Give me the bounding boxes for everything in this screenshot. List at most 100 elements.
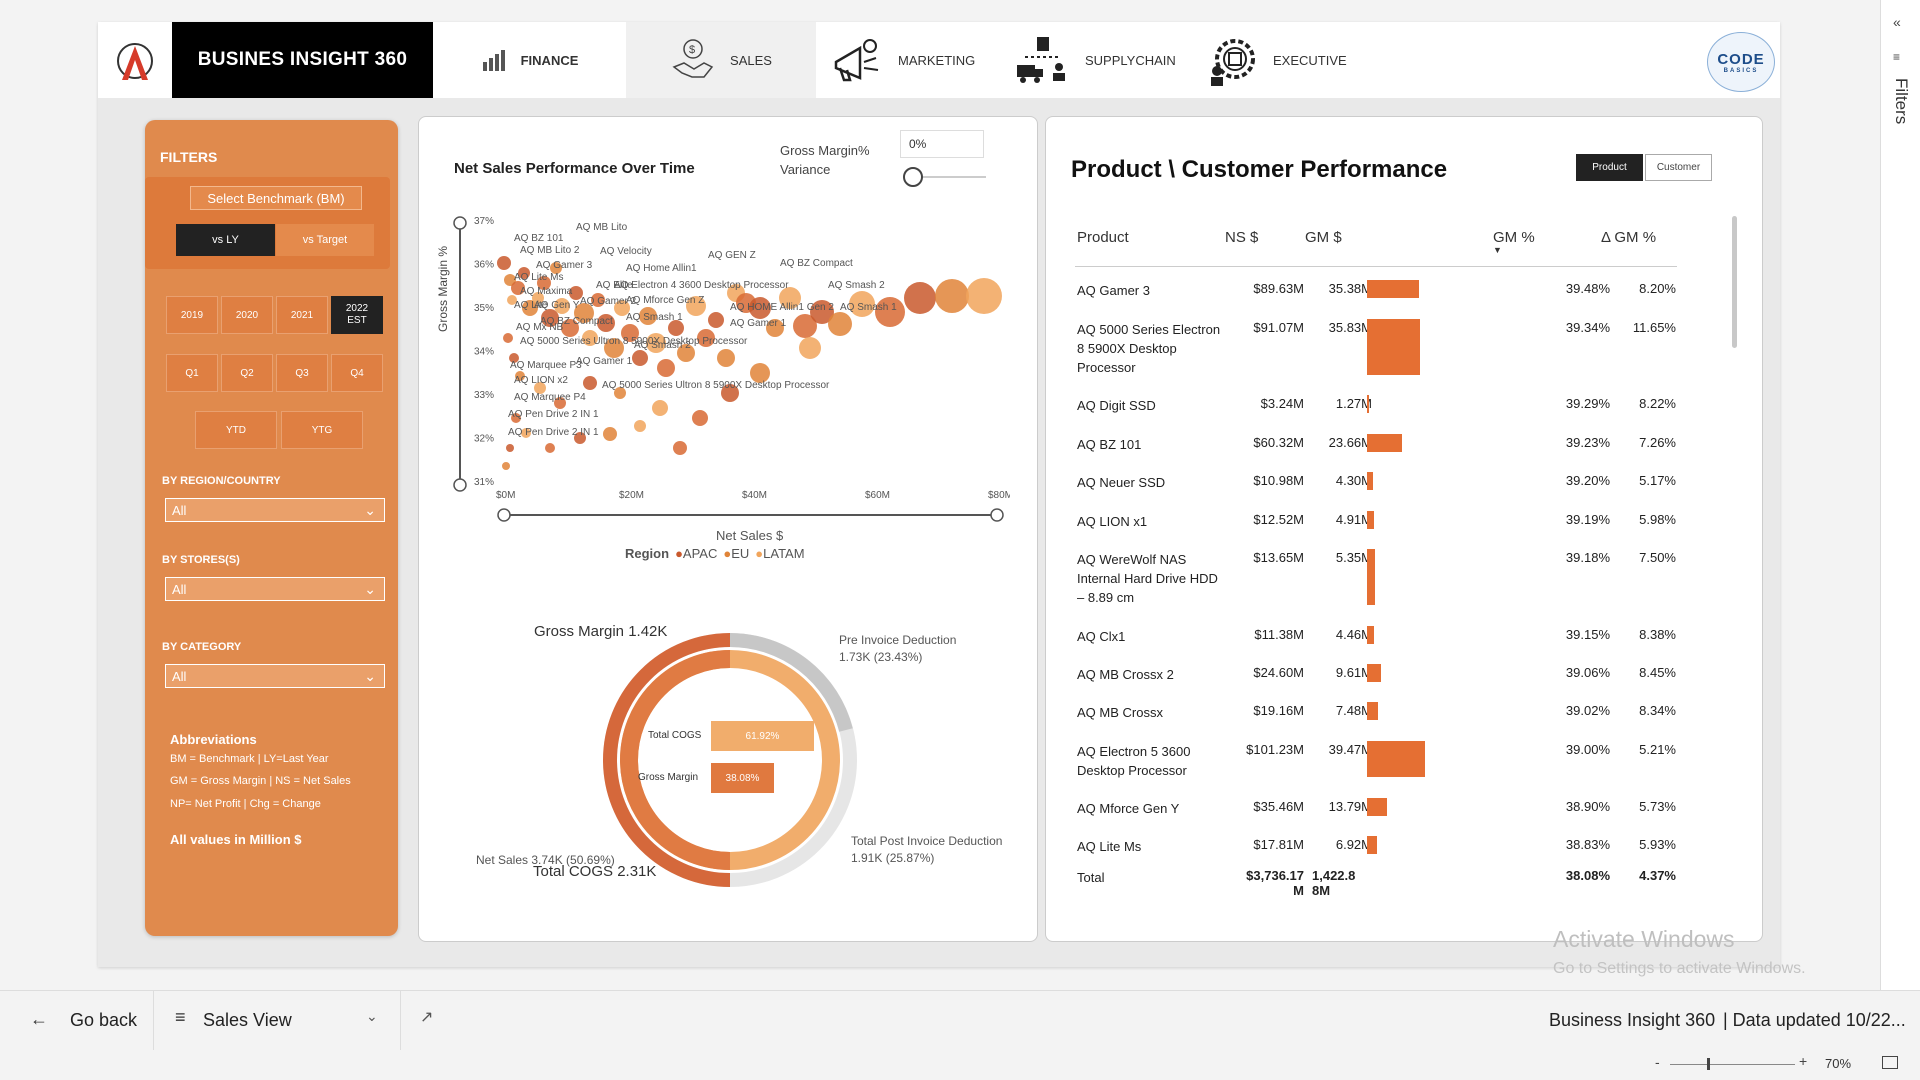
scatter-point-label: AQ Gen Y bbox=[534, 300, 580, 311]
nav-marketing-label: MARKETING bbox=[898, 52, 976, 68]
year-2022-est-button[interactable]: 2022 EST bbox=[331, 296, 383, 334]
page-list-icon[interactable]: ≡ bbox=[175, 1007, 186, 1028]
nav-executive[interactable]: EXECUTIVE bbox=[1205, 22, 1385, 98]
cell-gm: 6.92M bbox=[1335, 837, 1372, 852]
scatter-point-label: AQ Pen Drive 2 IN 1 bbox=[508, 409, 599, 420]
year-2019-button[interactable]: 2019 bbox=[166, 296, 218, 334]
column-header-product[interactable]: Product bbox=[1077, 229, 1129, 246]
nav-sales[interactable]: $ SALES bbox=[626, 22, 816, 98]
cell-delta-gm: 7.26% bbox=[1639, 435, 1676, 450]
cell-gm: 35.38M bbox=[1328, 281, 1372, 296]
company-logo bbox=[98, 22, 173, 98]
nav-supplychain[interactable]: SUPPLYCHAIN bbox=[1015, 22, 1195, 98]
scatter-bubble bbox=[692, 410, 708, 426]
scatter-bubble bbox=[673, 441, 687, 455]
scatter-bubble bbox=[799, 337, 821, 359]
scatter-point-label: AQ Gamer 1 bbox=[730, 318, 787, 329]
cell-gm-databar bbox=[1367, 319, 1420, 375]
cell-ns: $35.46M bbox=[1253, 799, 1304, 814]
year-2022-est-line-2: EST bbox=[347, 315, 367, 326]
inner-bar-cogs: 61.92% bbox=[711, 721, 814, 751]
atliq-logo-icon bbox=[117, 43, 153, 80]
nav-marketing[interactable]: MARKETING bbox=[830, 22, 1010, 98]
quarter-q4-button[interactable]: Q4 bbox=[331, 354, 383, 392]
zoom-slider-handle[interactable] bbox=[1707, 1058, 1710, 1070]
filters-pane-collapsed[interactable]: « ≡ Filters bbox=[1880, 0, 1920, 990]
cell-gm-percent: 39.00% bbox=[1565, 742, 1610, 757]
performance-table-title: Product \ Customer Performance bbox=[1071, 156, 1448, 183]
toggle-product-button[interactable]: Product bbox=[1576, 154, 1643, 181]
executive-gear-icon bbox=[1211, 39, 1255, 86]
scatter-bubble bbox=[828, 312, 852, 336]
stores-dropdown[interactable]: All ⌄ bbox=[165, 577, 385, 601]
toggle-customer-button[interactable]: Customer bbox=[1645, 154, 1712, 181]
zoom-out-icon[interactable]: - bbox=[1655, 1054, 1660, 1070]
cell-gm-databar bbox=[1367, 511, 1374, 529]
fit-to-page-icon[interactable] bbox=[1882, 1056, 1898, 1069]
total-gm-line-1: 1,422.8 bbox=[1312, 868, 1356, 883]
cell-product: AQ 5000 Series Electron 8 5900X Desktop … bbox=[1077, 322, 1221, 375]
ytd-button[interactable]: YTD bbox=[195, 411, 277, 449]
cell-ns: $24.60M bbox=[1253, 665, 1304, 680]
scatter-point-label: AQ Marquee P4 bbox=[514, 392, 586, 403]
x-range-handle-left bbox=[497, 508, 511, 522]
column-header-delta-gm[interactable]: Δ GM % bbox=[1601, 229, 1656, 246]
quarter-q1-button[interactable]: Q1 bbox=[166, 354, 218, 392]
y-tick-label: 36% bbox=[474, 260, 494, 271]
cell-product: AQ LION x1 bbox=[1077, 514, 1148, 529]
scatter-bubble bbox=[497, 256, 511, 270]
scatter-point-label: AQ MB Lito bbox=[576, 222, 628, 233]
total-label: Total bbox=[1077, 870, 1105, 885]
report-name: Business Insight 360 bbox=[1549, 1010, 1716, 1030]
scatter-bubble bbox=[506, 444, 514, 452]
zoom-in-icon[interactable]: + bbox=[1799, 1053, 1807, 1069]
y-tick-label: 37% bbox=[474, 216, 494, 227]
scatter-point-label: AQ Mforce Gen Z bbox=[626, 295, 704, 306]
column-header-gm-percent[interactable]: GM % bbox=[1493, 229, 1535, 246]
zoom-slider-track[interactable] bbox=[1670, 1064, 1795, 1065]
x-range-handle-right bbox=[990, 508, 1004, 522]
table-scrollbar[interactable] bbox=[1732, 216, 1737, 348]
cell-gm-databar bbox=[1367, 472, 1373, 490]
page-selector[interactable]: Sales View bbox=[203, 1010, 292, 1031]
benchmark-vs-ly-button[interactable]: vs LY bbox=[176, 224, 275, 256]
benchmark-vs-target-button[interactable]: vs Target bbox=[276, 224, 374, 256]
donut-total-cogs-label: Total COGS 2.31K bbox=[533, 863, 657, 880]
expand-chevron-icon[interactable]: « bbox=[1893, 14, 1901, 30]
chevron-down-icon[interactable]: ⌄ bbox=[366, 1008, 378, 1025]
nav-finance[interactable]: FINANCE bbox=[433, 22, 626, 98]
column-header-ns[interactable]: NS $ bbox=[1225, 229, 1258, 246]
cell-gm-percent: 39.29% bbox=[1565, 396, 1610, 411]
cell-product: AQ Gamer 3 bbox=[1077, 283, 1150, 298]
scatter-bubble bbox=[717, 349, 735, 367]
collapse-icon[interactable]: ↗ bbox=[420, 1007, 433, 1027]
go-back-button[interactable]: Go back bbox=[70, 1010, 137, 1031]
year-2021-button[interactable]: 2021 bbox=[276, 296, 328, 334]
quarter-q2-button[interactable]: Q2 bbox=[221, 354, 273, 392]
codebasics-logo: CODE BASICS bbox=[1707, 32, 1775, 92]
donut-pre-invoice-label: Pre Invoice Deduction bbox=[839, 633, 957, 647]
scatter-x-axis-title: Net Sales $ bbox=[716, 528, 784, 543]
column-header-gm[interactable]: GM $ bbox=[1305, 229, 1342, 246]
cell-gm-databar bbox=[1367, 434, 1402, 452]
ytg-button[interactable]: YTG bbox=[281, 411, 363, 449]
gm-variance-input[interactable]: 0% bbox=[900, 130, 984, 158]
scatter-bubble bbox=[935, 279, 969, 313]
total-ns-line-1: $3,736.17 bbox=[1246, 868, 1304, 883]
filter-funnel-icon[interactable]: ≡ bbox=[1893, 50, 1900, 64]
sort-descending-icon[interactable]: ▼ bbox=[1493, 245, 1502, 255]
back-arrow-icon[interactable]: ← bbox=[30, 1009, 48, 1030]
year-2020-button[interactable]: 2020 bbox=[221, 296, 273, 334]
gm-variance-slider-handle[interactable] bbox=[903, 167, 923, 187]
quarter-q3-button[interactable]: Q3 bbox=[276, 354, 328, 392]
scatter-point-label: AQ Velocity bbox=[600, 246, 652, 257]
inner-bar-gross-margin: 38.08% bbox=[711, 763, 774, 793]
legend-eu: ●EU bbox=[723, 546, 749, 561]
scatter-bubble bbox=[583, 376, 597, 390]
x-tick-label: $20M bbox=[619, 490, 644, 501]
gm-variance-slider-track[interactable] bbox=[914, 176, 986, 178]
category-dropdown[interactable]: All ⌄ bbox=[165, 664, 385, 688]
cell-product: AQ MB Crossx 2 bbox=[1077, 667, 1174, 682]
y-tick-label: 31% bbox=[474, 477, 494, 488]
region-dropdown[interactable]: All ⌄ bbox=[165, 498, 385, 522]
